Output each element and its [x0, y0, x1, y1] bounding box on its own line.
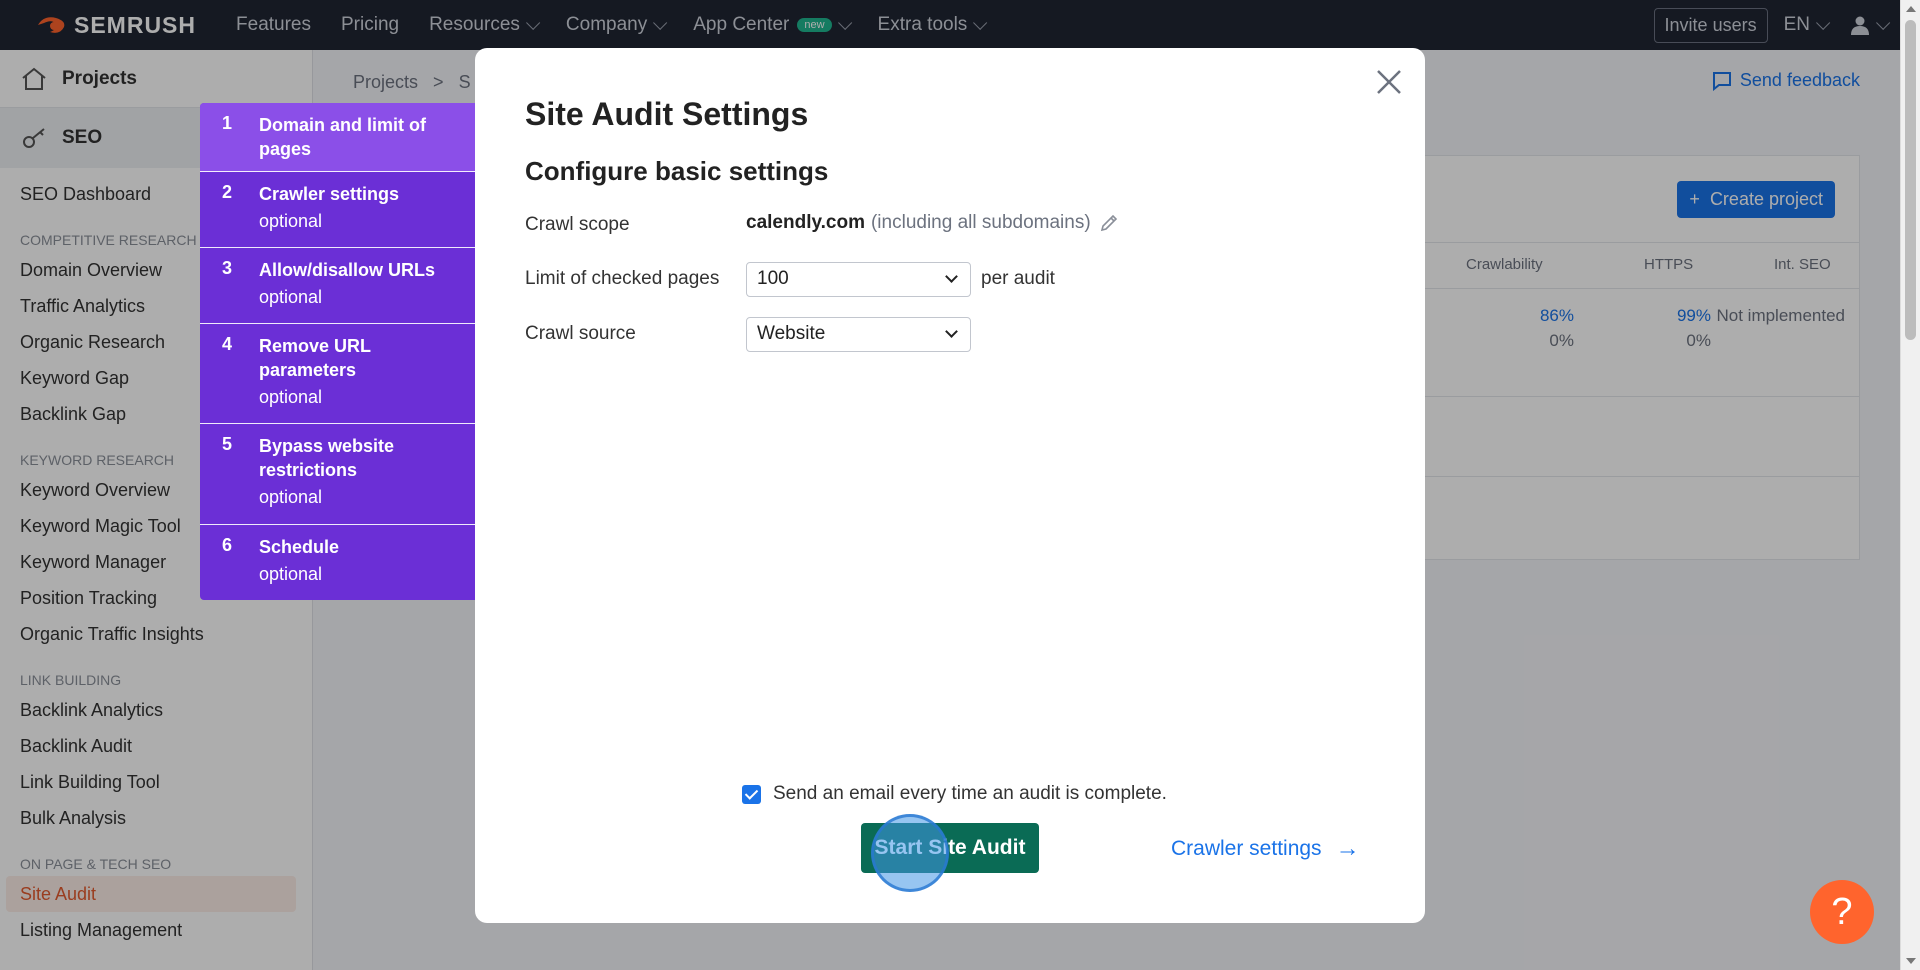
email-checkbox[interactable]: [742, 784, 761, 804]
modal-subtitle: Configure basic settings: [525, 156, 829, 186]
step-number: 3: [222, 258, 233, 278]
page-scrollbar[interactable]: [1900, 0, 1920, 970]
step-optional: optional: [259, 211, 323, 231]
step-number: 6: [222, 535, 233, 555]
step-title: Domain and limit of pages: [259, 115, 427, 159]
step-optional: optional: [259, 487, 323, 507]
per-audit-label: per audit: [981, 268, 1055, 289]
limit-pages-select[interactable]: 100: [746, 262, 971, 297]
crawl-scope-value: calendly.com (including all subdomains): [746, 212, 1119, 234]
scroll-up-icon[interactable]: [1906, 6, 1916, 12]
scroll-down-icon[interactable]: [1906, 958, 1916, 964]
pencil-icon[interactable]: [1099, 213, 1119, 233]
email-notification-row: Send an email every time an audit is com…: [742, 783, 1167, 805]
step-allow-disallow-urls[interactable]: 3 Allow/disallow URLs optional: [200, 248, 475, 324]
crawler-settings-link-label: Crawler settings: [1171, 837, 1322, 860]
settings-steps: 1 Domain and limit of pages 2 Crawler se…: [200, 103, 475, 600]
step-optional: optional: [259, 287, 323, 307]
modal-title: Site Audit Settings: [525, 96, 809, 132]
limit-pages-label: Limit of checked pages: [525, 268, 720, 289]
limit-pages-value: 100: [757, 268, 789, 289]
step-title: Crawler settings: [259, 184, 400, 204]
step-optional: optional: [259, 387, 323, 407]
step-domain-limit[interactable]: 1 Domain and limit of pages: [200, 103, 475, 172]
crawl-source-select[interactable]: Website: [746, 317, 971, 352]
step-title: Remove URL parameters: [259, 336, 371, 380]
email-checkbox-label[interactable]: Send an email every time an audit is com…: [773, 783, 1167, 805]
crawl-scope-label: Crawl scope: [525, 214, 630, 235]
step-number: 4: [222, 334, 233, 354]
step-bypass-restrictions[interactable]: 5 Bypass website restrictions optional: [200, 424, 475, 525]
step-number: 5: [222, 434, 233, 454]
click-indicator: [871, 814, 949, 892]
scroll-thumb[interactable]: [1905, 20, 1916, 340]
chevron-down-icon: [945, 325, 958, 338]
arrow-right-icon: →: [1335, 835, 1360, 862]
step-crawler-settings[interactable]: 2 Crawler settings optional: [200, 172, 475, 248]
step-optional: optional: [259, 564, 323, 584]
crawl-scope-note: (including all subdomains): [870, 212, 1091, 233]
chevron-down-icon: [945, 270, 958, 283]
crawl-scope-domain: calendly.com: [746, 212, 865, 233]
step-schedule[interactable]: 6 Schedule optional: [200, 525, 475, 600]
step-number: 2: [222, 182, 233, 202]
step-title: Schedule: [259, 537, 340, 557]
step-title: Bypass website restrictions: [259, 436, 395, 480]
step-remove-url-parameters[interactable]: 4 Remove URL parameters optional: [200, 324, 475, 424]
close-icon[interactable]: [1375, 68, 1403, 96]
step-number: 1: [222, 113, 233, 133]
crawl-source-label: Crawl source: [525, 323, 636, 344]
step-title: Allow/disallow URLs: [259, 260, 436, 280]
help-button[interactable]: ?: [1810, 880, 1874, 944]
crawl-source-value: Website: [757, 323, 826, 344]
site-audit-settings-modal: Site Audit Settings Configure basic sett…: [475, 48, 1425, 923]
crawler-settings-next-link[interactable]: Crawler settings →: [1171, 835, 1360, 863]
